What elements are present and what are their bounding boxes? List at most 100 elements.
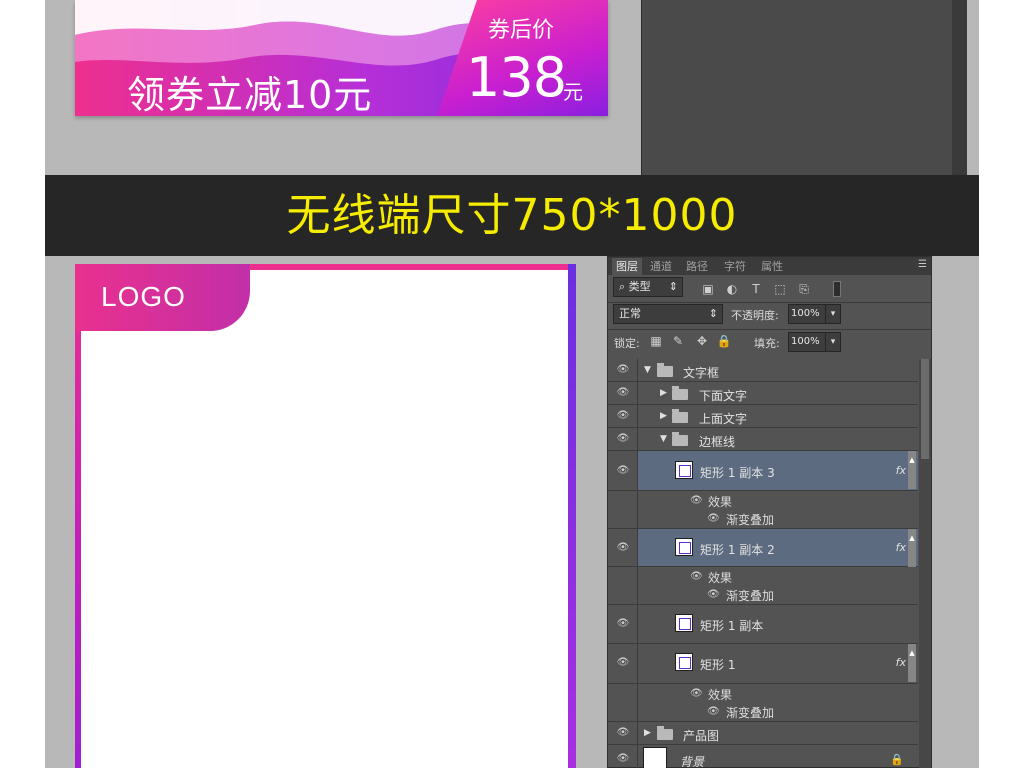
opacity-dropdown-button[interactable]: ▾	[825, 304, 841, 324]
layers-panel: 图层 通道 路径 字符 属性 ☰ ⌕ 类型 ⇕ ▣ ◐ T ⬚ ⎘ 正常 ⇕ 不透明…	[607, 256, 932, 768]
fx-icon[interactable]: fx	[896, 464, 906, 477]
border-frame-right	[568, 264, 576, 768]
folder-icon	[657, 726, 673, 740]
fill-label: 填充:	[754, 337, 780, 350]
layer-rect-copy[interactable]: 👁 矩形 1 副本	[608, 605, 918, 644]
eye-icon[interactable]: 👁	[690, 571, 703, 582]
eye-icon[interactable]: 👁	[690, 688, 703, 699]
expand-icon[interactable]: ▼	[660, 434, 667, 444]
layer-name: 矩形 1 副本 2	[700, 543, 775, 557]
eye-icon[interactable]: 👁	[616, 388, 630, 398]
effects-toggle-icon[interactable]: ▲	[908, 529, 916, 567]
layer-effects-row[interactable]: 👁 效果 👁 渐变叠加	[608, 567, 918, 605]
filter-shape-icon[interactable]: ⬚	[772, 281, 788, 297]
layer-effects-row[interactable]: 👁 效果 👁 渐变叠加	[608, 684, 918, 722]
lock-transparent-icon[interactable]: ▦	[648, 333, 664, 349]
effects-toggle-icon[interactable]: ▲	[908, 644, 916, 682]
search-icon: ⌕	[619, 280, 629, 293]
layers-list: 👁 ▼ 文字框 👁 ▶ 下面文字 👁 ▶ 上面文字 👁 ▼ 边框线 👁 矩形 1…	[608, 359, 918, 768]
eye-icon[interactable]: 👁	[616, 754, 630, 764]
filter-type-label: 类型	[628, 280, 651, 293]
layer-thumbnail	[675, 538, 693, 556]
effects-label: 效果	[708, 571, 733, 585]
collapse-icon[interactable]: ▶	[660, 411, 667, 421]
layer-name: 上面文字	[699, 412, 748, 426]
eye-icon[interactable]: 👁	[690, 495, 703, 506]
lock-position-icon[interactable]: ✥	[694, 333, 710, 349]
page-margin-right	[979, 0, 1024, 768]
layer-group-top-text[interactable]: 👁 ▶ 上面文字	[608, 405, 918, 428]
opacity-field[interactable]: 100%	[788, 304, 826, 324]
layer-name: 矩形 1	[700, 658, 736, 672]
layer-rect[interactable]: 👁 矩形 1 fx ▲	[608, 644, 918, 684]
scrollbar-thumb[interactable]	[921, 359, 929, 459]
layer-name: 文字框	[683, 366, 720, 380]
filter-adjustment-icon[interactable]: ◐	[724, 281, 740, 297]
layers-scrollbar[interactable]	[919, 359, 931, 768]
effects-label: 效果	[708, 688, 733, 702]
layer-rect-copy-2[interactable]: 👁 矩形 1 副本 2 fx ▲	[608, 529, 918, 567]
lock-pixels-icon[interactable]: ✎	[670, 333, 686, 349]
eye-icon[interactable]: 👁	[707, 589, 720, 600]
eye-icon[interactable]: 👁	[616, 466, 630, 476]
folder-icon	[657, 363, 673, 377]
eye-icon[interactable]: 👁	[616, 728, 630, 738]
eye-icon[interactable]: 👁	[616, 619, 630, 629]
tab-channels[interactable]: 通道	[646, 258, 676, 275]
filter-type-icon[interactable]: T	[748, 281, 764, 297]
collapse-icon[interactable]: ▶	[644, 728, 651, 738]
layer-group-bottom-text[interactable]: 👁 ▶ 下面文字	[608, 382, 918, 405]
lock-label: 锁定:	[614, 337, 640, 350]
filter-pixel-icon[interactable]: ▣	[700, 281, 716, 297]
layer-effects-row[interactable]: 👁 效果 👁 渐变叠加	[608, 491, 918, 529]
logo-text: LOGO	[101, 281, 186, 312]
tab-properties[interactable]: 属性	[757, 258, 787, 275]
lock-all-icon[interactable]: 🔒	[716, 333, 732, 349]
divider	[608, 302, 931, 303]
expand-icon[interactable]: ▼	[644, 365, 651, 375]
folder-icon	[672, 386, 688, 400]
fx-icon[interactable]: fx	[896, 541, 906, 554]
title-band: 无线端尺寸750*1000	[45, 175, 979, 256]
eye-icon[interactable]: 👁	[707, 706, 720, 717]
fx-icon[interactable]: fx	[896, 656, 906, 669]
eye-icon[interactable]: 👁	[616, 543, 630, 553]
lock-icon: 🔒	[890, 753, 904, 766]
eye-icon[interactable]: 👁	[707, 513, 720, 524]
folder-icon	[672, 409, 688, 423]
select-arrow-icon: ⇕	[668, 280, 678, 293]
dark-preview-box	[641, 0, 967, 175]
layer-group-text-frame[interactable]: 👁 ▼ 文字框	[608, 359, 918, 382]
collapse-icon[interactable]: ▶	[660, 388, 667, 398]
tab-layers[interactable]: 图层	[612, 258, 642, 275]
tab-character[interactable]: 字符	[720, 258, 750, 275]
filter-type-select[interactable]: ⌕ 类型 ⇕	[613, 277, 683, 297]
eye-icon[interactable]: 👁	[616, 411, 630, 421]
visibility-column	[608, 684, 638, 721]
layer-group-product[interactable]: 👁 ▶ 产品图	[608, 722, 918, 745]
layer-rect-copy-3[interactable]: 👁 矩形 1 副本 3 fx ▲	[608, 451, 918, 491]
layer-group-border[interactable]: 👁 ▼ 边框线	[608, 428, 918, 451]
gradient-overlay-label: 渐变叠加	[726, 589, 775, 603]
effects-label: 效果	[708, 495, 733, 509]
fill-field[interactable]: 100%	[788, 332, 826, 352]
layer-background[interactable]: 👁 背景 🔒	[608, 745, 918, 768]
price-unit: 元	[563, 80, 583, 104]
visibility-column	[608, 491, 638, 528]
fill-dropdown-button[interactable]: ▾	[825, 332, 841, 352]
filter-smart-object-icon[interactable]: ⎘	[796, 281, 812, 297]
blend-mode-label: 正常	[619, 307, 641, 320]
layer-name: 背景	[680, 755, 705, 768]
layer-name: 矩形 1 副本	[700, 619, 764, 633]
eye-icon[interactable]: 👁	[616, 365, 630, 375]
blend-mode-select[interactable]: 正常 ⇕	[613, 304, 723, 324]
panel-menu-icon[interactable]: ☰	[918, 259, 927, 270]
coupon-text: 领券立减10元	[127, 73, 373, 116]
eye-icon[interactable]: 👁	[616, 434, 630, 444]
eye-icon[interactable]: 👁	[616, 658, 630, 668]
layer-thumbnail	[675, 461, 693, 479]
effects-toggle-icon[interactable]: ▲	[908, 451, 916, 489]
tab-paths[interactable]: 路径	[682, 258, 712, 275]
layer-name: 产品图	[683, 729, 720, 743]
filter-toggle[interactable]	[833, 281, 841, 297]
